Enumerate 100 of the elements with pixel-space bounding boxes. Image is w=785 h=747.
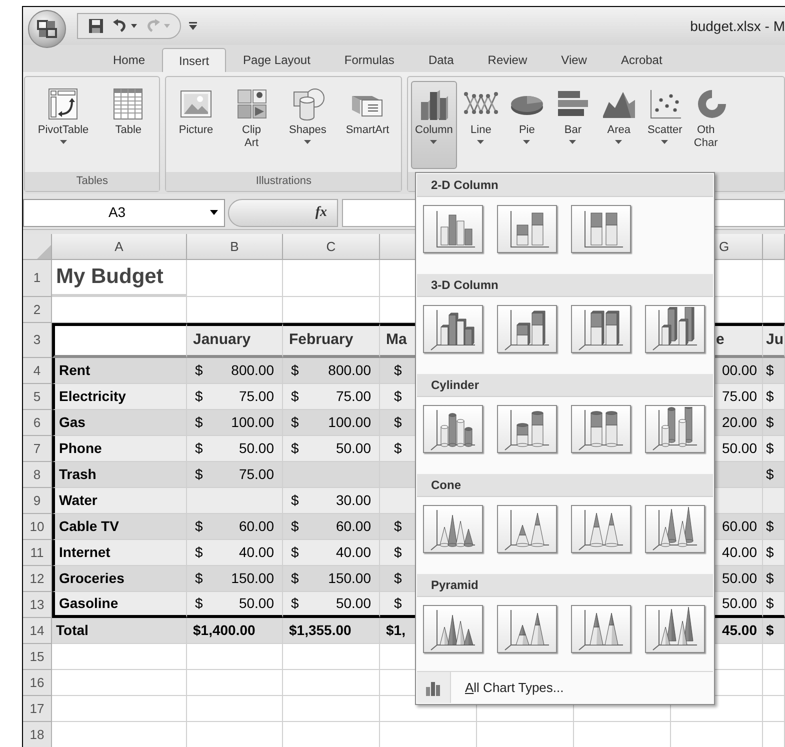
table-cell: Internet [52, 540, 187, 566]
table-cell: February [283, 323, 380, 358]
table-cell [763, 696, 785, 722]
chart-type-button[interactable] [571, 205, 631, 253]
office-logo-icon [37, 19, 57, 39]
chart-type-button[interactable] [497, 305, 557, 353]
ribbon-button[interactable]: Shapes [285, 81, 330, 169]
table-cell: $ 50.00 [283, 592, 380, 618]
table-cell [763, 644, 785, 670]
row-header[interactable]: 7 [33, 438, 41, 458]
customize-toolbar-icon[interactable] [189, 22, 197, 30]
table-cell: $ [763, 410, 785, 436]
ribbon-button[interactable]: Pie [504, 81, 549, 169]
row-header[interactable]: 8 [33, 464, 41, 484]
chart-type-button[interactable] [571, 405, 631, 453]
row-header[interactable]: 13 [30, 594, 44, 614]
row-header[interactable]: 1 [33, 268, 41, 288]
row-header[interactable]: 15 [30, 646, 44, 666]
table-cell: $ 100.00 [283, 410, 380, 436]
chart-type-button[interactable] [497, 405, 557, 453]
window-title: budget.xlsx - M [690, 16, 785, 36]
row-header[interactable]: 5 [33, 386, 41, 406]
ribbon-button[interactable]: Area [596, 81, 641, 169]
chart-type-button[interactable] [423, 605, 483, 653]
cone-chart-icon [576, 507, 626, 551]
chart-type-button[interactable] [571, 505, 631, 553]
group-label: Tables [76, 174, 108, 190]
cylinder-chart-icon [650, 407, 700, 451]
row-header[interactable]: 16 [30, 672, 44, 692]
chart-type-button[interactable] [497, 605, 557, 653]
table-cell: $1,355.00 [283, 618, 380, 644]
ribbon-button[interactable]: Scatter [642, 81, 687, 169]
table-cell: $ [763, 514, 785, 540]
undo-icon[interactable] [112, 19, 128, 33]
section-heading: 3-D Column [431, 277, 498, 294]
ribbon-tab[interactable]: Data [411, 48, 471, 72]
ribbon-tab[interactable]: Acrobat [604, 48, 680, 72]
chart-type-button[interactable] [571, 305, 631, 353]
table-cell: Gasoline [52, 592, 187, 618]
ribbon-button[interactable]: Clip Art [230, 81, 274, 169]
caret-icon[interactable] [210, 210, 218, 215]
section-heading: Pyramid [431, 577, 478, 594]
row-header[interactable]: 2 [33, 300, 41, 320]
table-cell: Cable TV [52, 514, 187, 540]
table-cell: $ [763, 592, 785, 618]
caret-icon[interactable] [131, 24, 137, 28]
chart-type-button[interactable] [645, 305, 705, 353]
row-header[interactable]: 3 [33, 330, 41, 350]
ribbon-button[interactable]: Bar [550, 81, 595, 169]
ribbon-tab[interactable]: Review [470, 48, 544, 72]
table-cell: Groceries [52, 566, 187, 592]
table-cell: $ 75.00 [187, 384, 283, 410]
ribbon-button[interactable]: Oth Char [688, 81, 729, 169]
row-header[interactable]: 10 [30, 516, 44, 536]
column-chart-icon [502, 307, 552, 351]
table-cell: $ 50.00 [283, 436, 380, 462]
column-header[interactable]: B [187, 234, 283, 260]
ribbon-tab[interactable]: Page Layout [226, 48, 328, 72]
chart-type-button[interactable] [423, 205, 483, 253]
chart-type-button[interactable] [645, 605, 705, 653]
all-chart-types-item[interactable]: All Chart Types... [417, 671, 713, 703]
ribbon-tab[interactable]: Home [96, 48, 162, 72]
column-header[interactable]: A [52, 234, 187, 260]
cone-chart-icon [428, 507, 478, 551]
ribbon-tab[interactable]: View [544, 48, 604, 72]
row-header[interactable]: 9 [33, 490, 41, 510]
ribbon-tab[interactable]: Insert [162, 48, 226, 72]
row-header[interactable]: 17 [30, 698, 44, 718]
save-icon[interactable] [88, 18, 104, 34]
column-chart-icon [424, 680, 442, 696]
table-cell: $ 50.00 [187, 592, 283, 618]
chart-type-button[interactable] [423, 505, 483, 553]
table-cell: $ [763, 618, 785, 644]
name-box[interactable]: A3 [23, 198, 225, 226]
chart-type-button[interactable] [571, 605, 631, 653]
ribbon-button[interactable]: Column [411, 81, 457, 169]
chart-type-button[interactable] [423, 305, 483, 353]
chart-type-button[interactable] [423, 405, 483, 453]
column-chart-icon [576, 307, 626, 351]
chart-type-button[interactable] [645, 505, 705, 553]
row-header[interactable]: 18 [30, 724, 44, 744]
row-header[interactable]: 14 [30, 620, 44, 640]
row-header[interactable]: 12 [30, 568, 44, 588]
chart-type-button[interactable] [497, 205, 557, 253]
insert-function-button[interactable]: fx [228, 198, 338, 226]
ribbon-button[interactable]: Line [458, 81, 503, 169]
chart-type-button[interactable] [497, 505, 557, 553]
cylinder-chart-icon [502, 407, 552, 451]
row-header[interactable]: 6 [33, 412, 41, 432]
chart-type-button[interactable] [645, 405, 705, 453]
ribbon-button[interactable]: SmartArt [342, 81, 394, 169]
ribbon-button[interactable]: Table [106, 81, 150, 169]
ribbon-button[interactable]: Picture [174, 81, 218, 169]
row-header[interactable]: 11 [30, 542, 44, 562]
ribbon-tab[interactable]: Formulas [327, 48, 412, 72]
column-header[interactable]: C [283, 234, 380, 260]
cylinder-chart-icon [576, 407, 626, 451]
ribbon-button[interactable]: PivotTable [34, 81, 93, 169]
column-chart-icon [428, 307, 478, 351]
row-header[interactable]: 4 [33, 360, 41, 380]
